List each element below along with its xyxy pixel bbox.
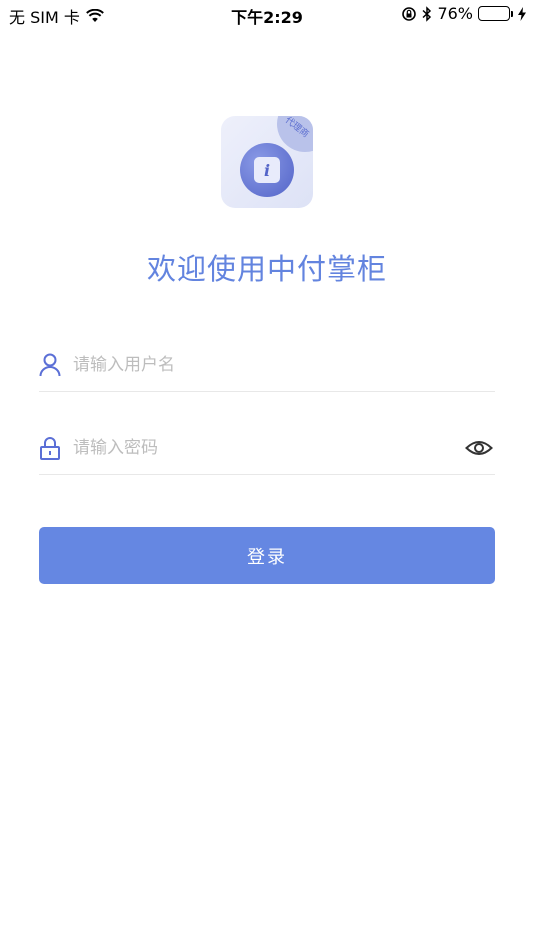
info-icon: i (254, 157, 280, 183)
orientation-lock-icon (402, 6, 417, 21)
welcome-title: 欢迎使用中付掌柜 (146, 252, 387, 286)
lock-icon (40, 437, 60, 460)
username-field (39, 342, 495, 392)
battery-icon (478, 6, 513, 21)
password-input[interactable] (73, 433, 453, 463)
app-logo: 代理商 i (221, 116, 313, 208)
status-right: 76% (401, 4, 526, 23)
user-icon (39, 353, 61, 377)
bluetooth-icon (422, 5, 432, 22)
logo-circle: i (240, 143, 294, 197)
password-field (39, 425, 495, 475)
charging-icon (518, 6, 526, 21)
battery-percent: 76% (437, 4, 473, 23)
status-bar: 无 SIM 卡 下午2:29 76% (0, 0, 534, 28)
login-button[interactable]: 登录 (39, 527, 495, 584)
username-input[interactable] (73, 350, 453, 380)
eye-icon[interactable] (465, 437, 493, 459)
